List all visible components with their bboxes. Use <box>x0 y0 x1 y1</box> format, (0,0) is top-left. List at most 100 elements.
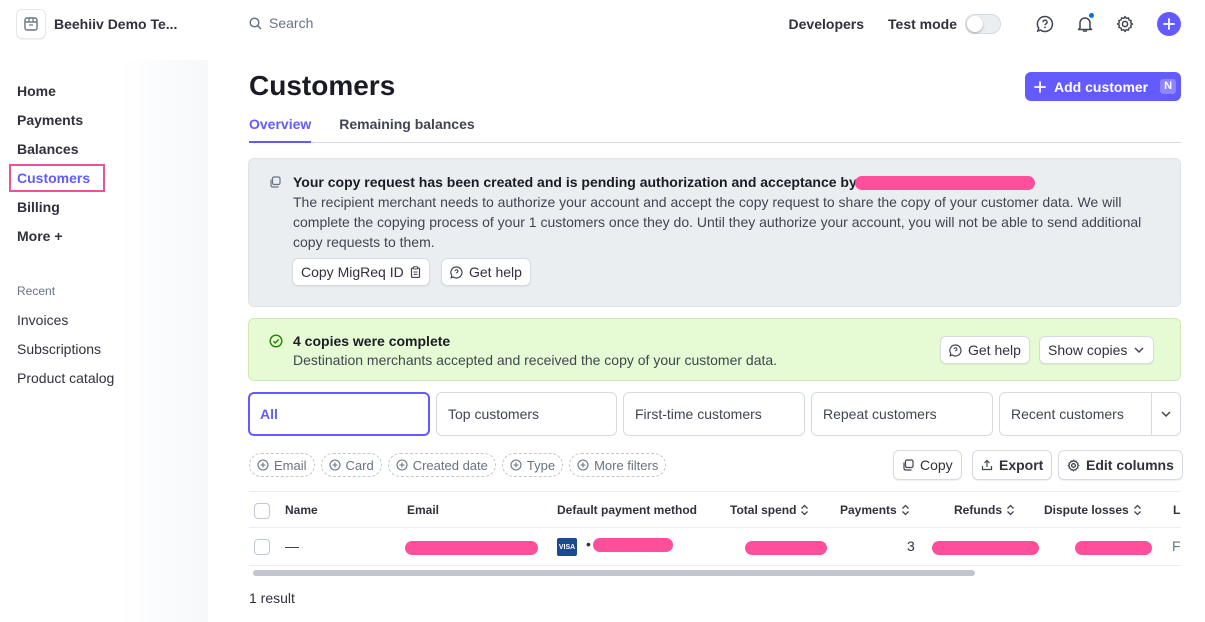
column-email[interactable]: Email <box>407 503 439 517</box>
gear-icon <box>1116 15 1134 33</box>
sidebar: Beehiiv Demo Te... Home Payments Balance… <box>0 0 208 622</box>
select-all-checkbox[interactable] <box>254 503 270 519</box>
recent-item-product-catalog[interactable]: Product catalog <box>17 370 114 399</box>
recent-title: Recent <box>17 284 56 298</box>
search-input[interactable]: Search <box>269 15 313 31</box>
column-refunds-label: Refunds <box>954 503 1002 517</box>
segments-more-button[interactable] <box>1151 393 1180 435</box>
account-switcher[interactable]: Beehiiv Demo Te... <box>16 9 177 39</box>
nav-item-more[interactable]: More + <box>17 226 90 255</box>
filter-card-label: Card <box>345 457 374 473</box>
scrollbar-thumb[interactable] <box>253 570 975 576</box>
column-dispute-losses[interactable]: Dispute losses <box>1044 503 1142 517</box>
table-header: Name Email Default payment method Total … <box>249 491 1181 528</box>
main-nav: Home Payments Balances Customers Billing… <box>9 81 105 255</box>
add-circle-icon <box>510 459 522 471</box>
copy-request-heading: Your copy request has been created and i… <box>293 174 1035 191</box>
settings-button[interactable] <box>1113 12 1137 36</box>
nav-item-customers[interactable]: Customers <box>9 164 105 197</box>
filter-more-label: More filters <box>594 457 659 473</box>
test-mode-label: Test mode <box>888 16 957 32</box>
column-refunds[interactable]: Refunds <box>954 503 1015 517</box>
keyboard-shortcut-badge: N <box>1160 79 1177 94</box>
filter-email[interactable]: Email <box>249 453 315 477</box>
redacted-card-number <box>593 538 673 552</box>
chevron-down-icon <box>1134 347 1144 354</box>
help-chat-icon <box>450 265 463 279</box>
column-last[interactable]: L <box>1173 503 1180 517</box>
filter-email-label: Email <box>274 457 307 473</box>
show-copies-label: Show copies <box>1048 342 1128 358</box>
add-circle-icon <box>257 459 269 471</box>
edit-columns-button[interactable]: Edit columns <box>1058 450 1183 480</box>
recent-section: Recent Invoices Subscriptions Product ca… <box>17 284 114 399</box>
segment-recent-customers[interactable]: Recent customers <box>999 392 1181 436</box>
copy-request-banner: Your copy request has been created and i… <box>248 158 1181 307</box>
column-default-payment-method[interactable]: Default payment method <box>557 503 697 517</box>
sort-icon <box>1133 504 1141 516</box>
clipboard-icon <box>410 266 420 278</box>
test-mode-toggle[interactable] <box>965 14 1001 34</box>
nav-item-home[interactable]: Home <box>17 81 90 110</box>
copy-button[interactable]: Copy <box>893 450 962 480</box>
export-button[interactable]: Export <box>972 450 1053 480</box>
developers-link[interactable]: Developers <box>789 16 864 32</box>
column-dispute-losses-label: Dispute losses <box>1044 503 1129 517</box>
copy-icon <box>903 459 914 471</box>
redacted-refunds <box>932 541 1039 555</box>
help-chat-icon <box>949 343 962 357</box>
filter-card[interactable]: Card <box>320 453 382 477</box>
search-bar[interactable]: Search <box>249 15 313 31</box>
cell-last: F <box>1172 538 1181 554</box>
add-customer-button[interactable]: Add customer N <box>1025 72 1181 101</box>
help-button[interactable] <box>1033 12 1057 36</box>
horizontal-scrollbar[interactable] <box>249 568 1181 578</box>
sort-icon <box>901 504 909 516</box>
tab-remaining-balances[interactable]: Remaining balances <box>339 116 474 143</box>
column-name[interactable]: Name <box>285 503 318 517</box>
filter-type[interactable]: Type <box>501 453 564 477</box>
edit-columns-label: Edit columns <box>1086 457 1174 473</box>
table-row[interactable]: — VISA • 3 F <box>249 528 1181 566</box>
column-payments[interactable]: Payments <box>840 503 910 517</box>
add-circle-icon <box>396 459 408 471</box>
copy-button-label: Copy <box>920 457 953 473</box>
redacted-total-spend <box>745 541 827 555</box>
add-circle-icon <box>577 459 589 471</box>
segment-all[interactable]: All <box>248 392 430 436</box>
column-total-spend[interactable]: Total spend <box>730 503 809 517</box>
segment-top-customers[interactable]: Top customers <box>436 392 617 436</box>
recent-item-invoices[interactable]: Invoices <box>17 312 114 341</box>
copies-help-label: Get help <box>968 342 1021 358</box>
copies-complete-heading: 4 copies were complete <box>293 333 451 349</box>
redacted-dispute-losses <box>1075 541 1152 555</box>
chevron-down-icon <box>1161 411 1171 418</box>
copy-migreq-id-button[interactable]: Copy MigReq ID <box>292 258 430 286</box>
copies-help-button[interactable]: Get help <box>940 336 1030 364</box>
cell-payments: 3 <box>907 538 915 554</box>
nav-item-payments[interactable]: Payments <box>17 110 90 139</box>
copy-request-help-label: Get help <box>469 264 522 280</box>
create-button[interactable] <box>1157 12 1181 36</box>
notifications-button[interactable] <box>1073 12 1097 36</box>
column-payments-label: Payments <box>840 503 897 517</box>
copy-migreq-id-label: Copy MigReq ID <box>301 264 404 280</box>
result-count: 1 result <box>249 590 295 606</box>
filter-created-date-label: Created date <box>412 457 488 473</box>
copy-request-body: The recipient merchant needs to authoriz… <box>293 194 1142 250</box>
filter-created-date[interactable]: Created date <box>387 453 496 477</box>
recent-item-subscriptions[interactable]: Subscriptions <box>17 341 114 370</box>
filter-more[interactable]: More filters <box>569 453 667 477</box>
help-icon <box>1036 15 1054 33</box>
check-circle-icon <box>269 334 283 348</box>
nav-item-billing[interactable]: Billing <box>17 197 90 226</box>
filter-chips: Email Card Created date Type More filter… <box>249 453 667 477</box>
show-copies-button[interactable]: Show copies <box>1039 336 1155 364</box>
segment-first-time-customers[interactable]: First-time customers <box>623 392 805 436</box>
card-dot: • <box>586 536 591 552</box>
column-total-spend-label: Total spend <box>730 503 797 517</box>
copy-request-help-button[interactable]: Get help <box>441 258 531 286</box>
tab-overview[interactable]: Overview <box>249 116 312 143</box>
row-checkbox[interactable] <box>254 539 270 555</box>
segment-repeat-customers[interactable]: Repeat customers <box>811 392 993 436</box>
